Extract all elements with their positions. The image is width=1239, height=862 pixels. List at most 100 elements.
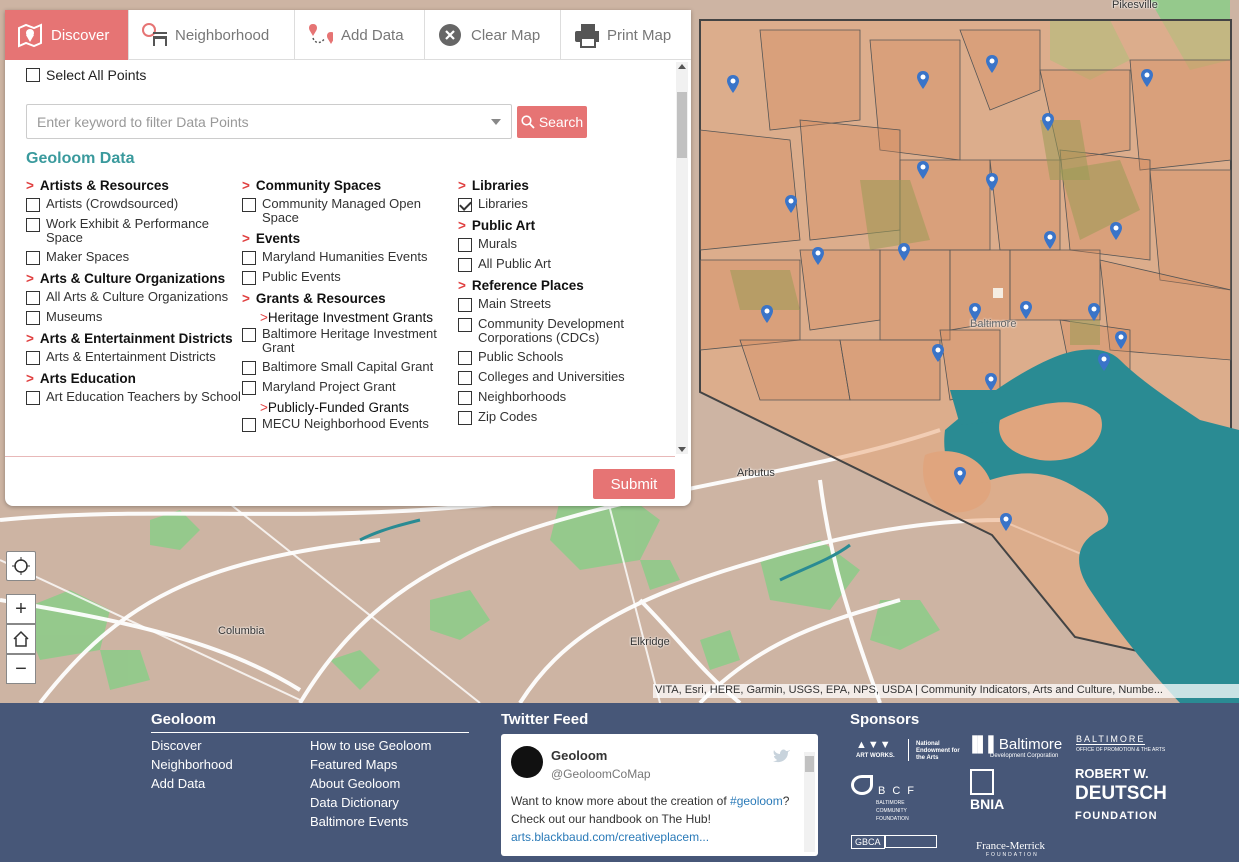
library-marker-icon[interactable]: [953, 466, 967, 486]
layer-list[interactable]: Select All Points Enter keyword to filte…: [5, 60, 691, 464]
footer-link-data-dictionary[interactable]: Data Dictionary: [310, 795, 399, 810]
layer-item-baltimore-small-capital-grant[interactable]: Baltimore Small Capital Grant: [242, 360, 455, 375]
layer-item-public-schools[interactable]: Public Schools: [458, 350, 658, 365]
layer-checkbox[interactable]: [242, 361, 256, 375]
layer-item-community-development-corporations-cdcs[interactable]: Community Development Corporations (CDCs…: [458, 317, 658, 345]
tab-clear-map[interactable]: Clear Map: [425, 10, 561, 60]
layer-checkbox[interactable]: [242, 271, 256, 285]
layer-item-colleges-and-universities[interactable]: Colleges and Universities: [458, 370, 658, 385]
panel-scrollbar[interactable]: [676, 62, 688, 454]
layer-item-all-public-art[interactable]: All Public Art: [458, 257, 658, 272]
layer-checkbox[interactable]: [458, 371, 472, 385]
tweet-scrollbar[interactable]: [804, 752, 815, 852]
library-marker-icon[interactable]: [999, 512, 1013, 532]
sponsor-bopa[interactable]: BALTIMORE: [1076, 734, 1146, 745]
layer-checkbox[interactable]: [242, 198, 256, 212]
library-marker-icon[interactable]: [1043, 230, 1057, 250]
library-marker-icon[interactable]: [1140, 68, 1154, 88]
library-marker-icon[interactable]: [916, 70, 930, 90]
tweet-handle[interactable]: @GeoloomCoMap: [551, 767, 651, 781]
scrollbar-thumb[interactable]: [677, 92, 687, 158]
layer-checkbox[interactable]: [458, 318, 472, 332]
layer-checkbox[interactable]: [26, 311, 40, 325]
layer-item-mecu-neighborhood-events[interactable]: MECU Neighborhood Events: [242, 417, 455, 432]
sponsor-france-merrick[interactable]: France-Merrick: [976, 840, 1045, 852]
footer-link-baltimore-events[interactable]: Baltimore Events: [310, 814, 408, 829]
layer-item-arts-entertainment-districts[interactable]: Arts & Entertainment Districts: [26, 350, 241, 365]
home-button[interactable]: [6, 624, 36, 654]
library-marker-icon[interactable]: [1087, 302, 1101, 322]
layer-checkbox[interactable]: [26, 251, 40, 265]
layer-checkbox[interactable]: [458, 238, 472, 252]
layer-item-murals[interactable]: Murals: [458, 237, 658, 252]
library-marker-icon[interactable]: [1097, 352, 1111, 372]
tweet-card[interactable]: Geoloom @GeoloomCoMap Want to know more …: [501, 734, 818, 856]
chevron-down-icon[interactable]: [491, 119, 501, 125]
layer-item-baltimore-heritage-investment-grant[interactable]: Baltimore Heritage Investment Grant: [242, 327, 455, 355]
zoom-in-button[interactable]: +: [6, 594, 36, 624]
sponsor-deutsch-1[interactable]: ROBERT W.: [1075, 766, 1149, 781]
library-marker-icon[interactable]: [1041, 112, 1055, 132]
layer-item-public-events[interactable]: Public Events: [242, 270, 455, 285]
library-marker-icon[interactable]: [984, 372, 998, 392]
library-marker-icon[interactable]: [916, 160, 930, 180]
footer-link-discover[interactable]: Discover: [151, 738, 202, 753]
layer-item-art-education-teachers-by-school[interactable]: Art Education Teachers by School: [26, 390, 241, 405]
sponsor-nea-artworks[interactable]: ▲▼▼: [856, 739, 892, 751]
sponsor-bcf[interactable]: BCF: [878, 785, 921, 797]
select-all-checkbox[interactable]: [26, 68, 40, 82]
library-marker-icon[interactable]: [985, 54, 999, 74]
select-all-row[interactable]: Select All Points: [26, 67, 146, 83]
layer-checkbox[interactable]: [242, 251, 256, 265]
library-marker-icon[interactable]: [931, 343, 945, 363]
tweet-hashtag[interactable]: #geoloom: [730, 794, 783, 808]
layer-checkbox[interactable]: [26, 291, 40, 305]
tab-neighborhood[interactable]: Neighborhood: [129, 10, 295, 60]
layer-checkbox[interactable]: [242, 418, 256, 432]
layer-checkbox[interactable]: [458, 351, 472, 365]
sponsor-bnia[interactable]: BNIA: [970, 796, 1004, 812]
submit-button[interactable]: Submit: [593, 469, 675, 499]
layer-item-maryland-project-grant[interactable]: Maryland Project Grant: [242, 380, 455, 395]
layer-checkbox[interactable]: [242, 328, 256, 342]
library-marker-icon[interactable]: [1114, 330, 1128, 350]
library-marker-icon[interactable]: [784, 194, 798, 214]
footer-link-neighborhood[interactable]: Neighborhood: [151, 757, 233, 772]
library-marker-icon[interactable]: [726, 74, 740, 94]
scroll-up-icon[interactable]: [678, 64, 686, 69]
layer-item-work-exhibit-performance-space[interactable]: Work Exhibit & Performance Space: [26, 217, 241, 245]
layer-item-maryland-humanities-events[interactable]: Maryland Humanities Events: [242, 250, 455, 265]
library-marker-icon[interactable]: [760, 304, 774, 324]
layer-item-artists-crowdsourced[interactable]: Artists (Crowdsourced): [26, 197, 241, 212]
footer-link-add-data[interactable]: Add Data: [151, 776, 205, 791]
scroll-down-icon[interactable]: [678, 447, 686, 452]
layer-checkbox[interactable]: [26, 198, 40, 212]
layer-checkbox[interactable]: [458, 298, 472, 312]
tab-add-data[interactable]: Add Data: [295, 10, 425, 60]
layer-item-museums[interactable]: Museums: [26, 310, 241, 325]
layer-item-zip-codes[interactable]: Zip Codes: [458, 410, 658, 425]
layer-item-libraries[interactable]: Libraries: [458, 197, 658, 212]
layer-checkbox[interactable]: [458, 391, 472, 405]
footer-link-about[interactable]: About Geoloom: [310, 776, 400, 791]
library-marker-icon[interactable]: [985, 172, 999, 192]
keyword-filter-input[interactable]: Enter keyword to filter Data Points: [26, 104, 512, 139]
layer-checkbox[interactable]: [26, 351, 40, 365]
locate-button[interactable]: [6, 551, 36, 581]
layer-item-maker-spaces[interactable]: Maker Spaces: [26, 250, 241, 265]
tab-discover[interactable]: Discover: [5, 10, 129, 60]
layer-checkbox[interactable]: [458, 198, 472, 212]
search-button[interactable]: Search: [517, 106, 587, 138]
zoom-out-button[interactable]: −: [6, 654, 36, 684]
layer-checkbox[interactable]: [242, 381, 256, 395]
layer-checkbox[interactable]: [458, 258, 472, 272]
tweet-link[interactable]: arts.blackbaud.com/creativeplacem...: [511, 830, 709, 844]
library-marker-icon[interactable]: [968, 302, 982, 322]
library-marker-icon[interactable]: [1019, 300, 1033, 320]
layer-item-main-streets[interactable]: Main Streets: [458, 297, 658, 312]
sponsor-deutsch-2[interactable]: DEUTSCH: [1075, 783, 1167, 805]
layer-checkbox[interactable]: [26, 218, 40, 232]
layer-checkbox[interactable]: [26, 391, 40, 405]
sponsor-bdc[interactable]: ▐▌▌Baltimore: [967, 736, 1062, 753]
sponsor-deutsch-3[interactable]: FOUNDATION: [1075, 810, 1158, 822]
